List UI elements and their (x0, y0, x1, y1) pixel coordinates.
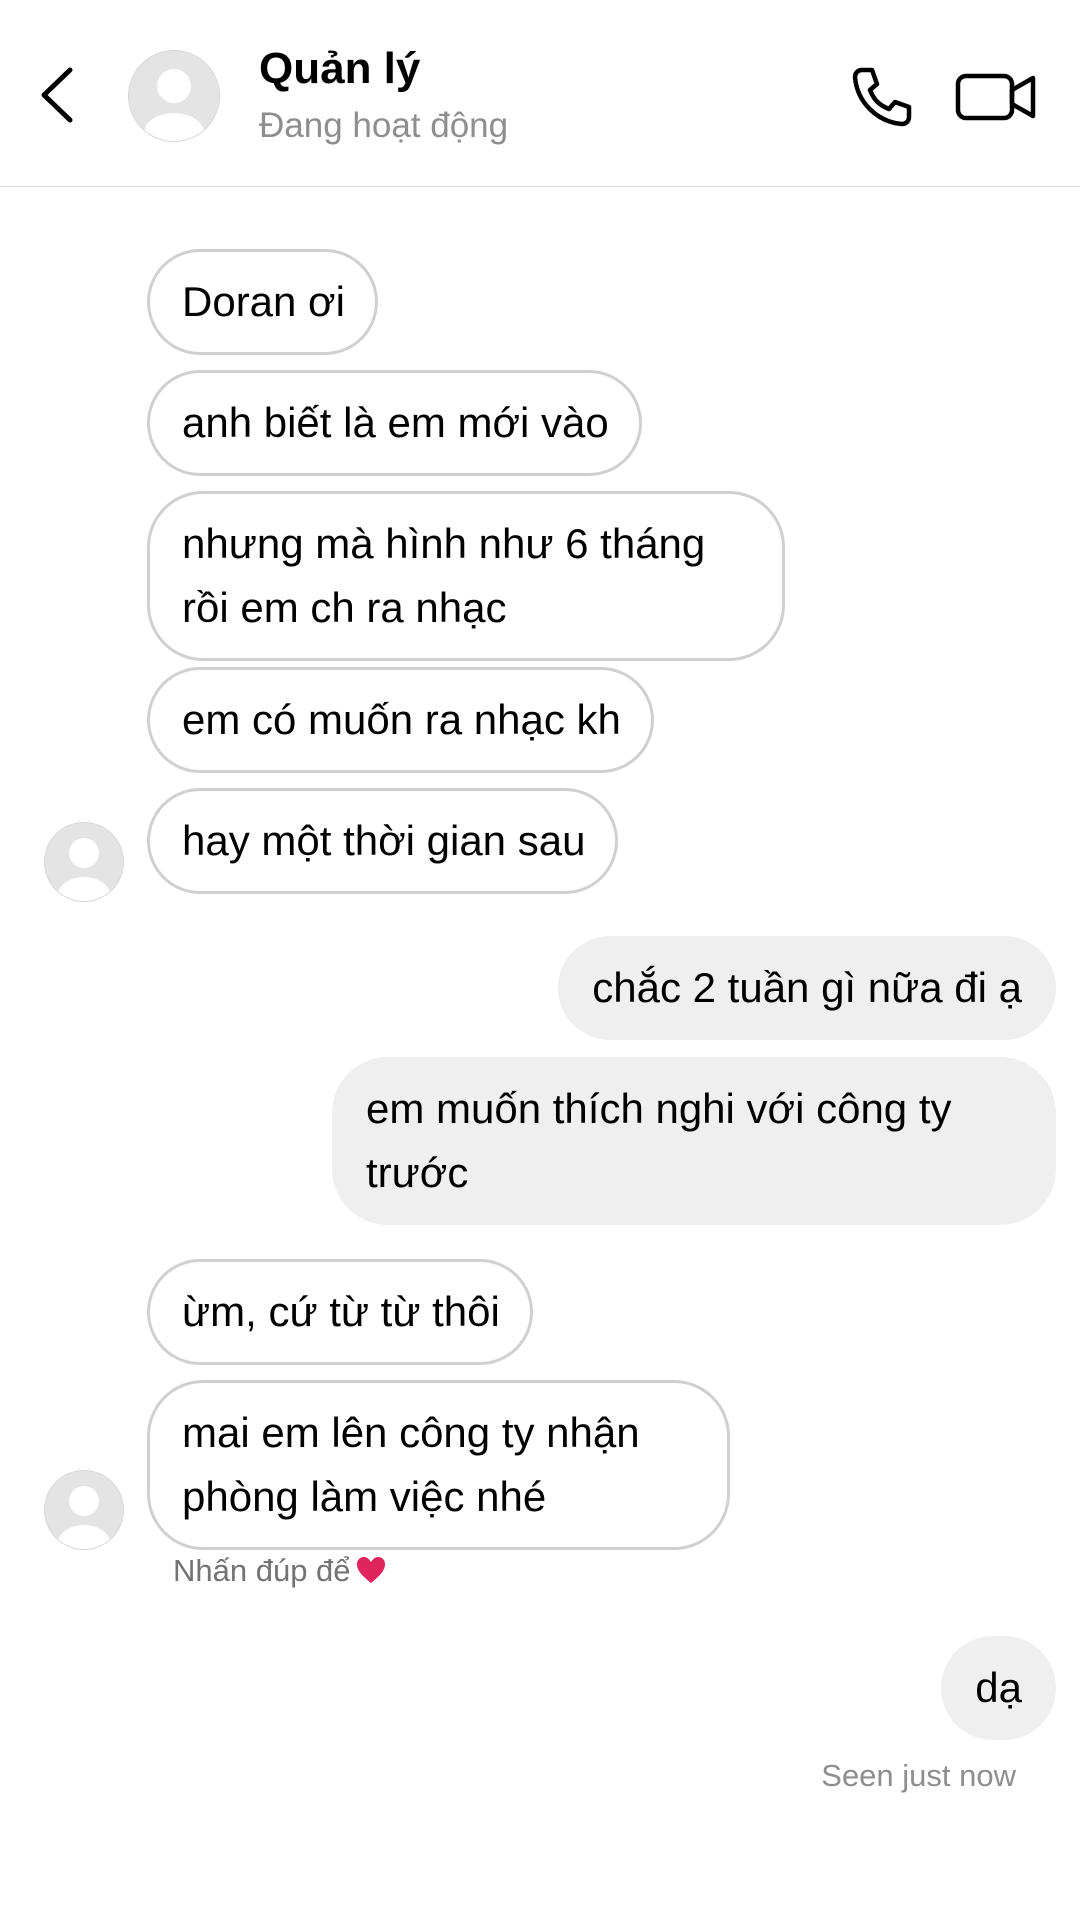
message-bubble-incoming[interactable]: Doran ơi (147, 249, 378, 355)
contact-name[interactable]: Quản lý (259, 44, 420, 94)
contact-avatar[interactable] (128, 50, 220, 142)
chevron-left-icon (41, 67, 73, 123)
phone-icon (852, 67, 912, 127)
chat-header: Quản lý Đang hoạt động (0, 0, 1080, 187)
video-call-button[interactable] (955, 66, 1037, 128)
sender-avatar[interactable] (44, 822, 124, 902)
seen-status: Seen just now (821, 1758, 1016, 1793)
video-camera-icon (955, 73, 1036, 121)
back-button[interactable] (30, 60, 90, 130)
heart-icon (355, 1555, 387, 1593)
message-bubble-outgoing[interactable]: em muốn thích nghi với công ty trước (332, 1057, 1056, 1225)
message-bubble-incoming[interactable]: em có muốn ra nhạc kh (147, 667, 654, 773)
default-avatar-icon (45, 1471, 123, 1549)
message-bubble-outgoing[interactable]: dạ (941, 1636, 1056, 1740)
message-bubble-incoming[interactable]: ừm, cứ từ từ thôi (147, 1259, 533, 1365)
audio-call-button[interactable] (848, 64, 914, 130)
message-bubble-incoming[interactable]: hay một thời gian sau (147, 788, 619, 894)
double-tap-hint-text: Nhấn đúp để (173, 1553, 351, 1588)
message-bubble-incoming[interactable]: mai em lên công ty nhận phòng làm việc n… (147, 1380, 730, 1550)
default-avatar-icon (129, 51, 219, 141)
double-tap-hint: Nhấn đúp để (173, 1553, 387, 1593)
contact-status: Đang hoạt động (259, 106, 509, 145)
default-avatar-icon (45, 823, 123, 901)
message-bubble-incoming[interactable]: anh biết là em mới vào (147, 370, 642, 476)
message-bubble-outgoing[interactable]: chắc 2 tuần gì nữa đi ạ (558, 936, 1056, 1040)
message-bubble-incoming[interactable]: nhưng mà hình như 6 tháng rồi em ch ra n… (147, 491, 785, 661)
sender-avatar[interactable] (44, 1470, 124, 1550)
